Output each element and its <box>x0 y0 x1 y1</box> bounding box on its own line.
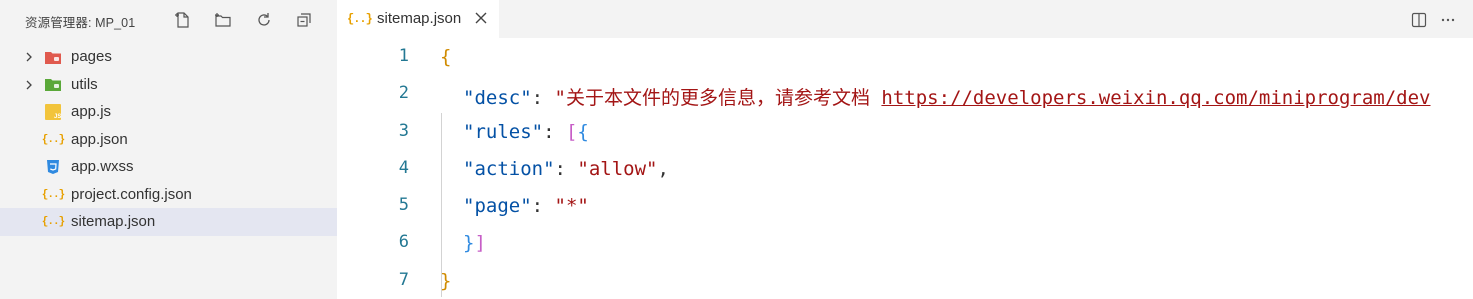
editor-area: {..} sitemap.json 1 { 2 "desc": "关于本文件的更… <box>337 0 1473 299</box>
line-content: "desc": "关于本文件的更多信息，请参考文档 https://develo… <box>463 87 1431 109</box>
tree-item-label: sitemap.json <box>71 213 156 230</box>
code-editor[interactable]: 1 { 2 "desc": "关于本文件的更多信息，请参考文档 https://… <box>337 38 1473 299</box>
tree-item-label: project.config.json <box>71 185 192 203</box>
chevron-right-icon[interactable] <box>23 79 35 91</box>
collapse-all-icon[interactable] <box>293 9 315 31</box>
line-content: }] <box>463 232 486 254</box>
file-tree: pages utils JS app.js {..} app.json app.… <box>0 43 337 236</box>
json-file-icon: {..} <box>41 133 65 146</box>
line-content: "rules": [{ <box>463 120 589 143</box>
tab-sitemap-json[interactable]: {..} sitemap.json <box>337 0 499 38</box>
json-string: "*" <box>554 195 589 217</box>
line-number: 7 <box>398 269 409 290</box>
line-content: "action": "allow", <box>463 157 669 180</box>
code-line: 4 "action": "allow", <box>337 150 1473 187</box>
svg-text:JS: JS <box>54 114 61 120</box>
folder-pages-icon <box>44 49 62 65</box>
json-string: "关于本文件的更多信息，请参考文档 <box>554 87 882 109</box>
explorer-sidebar: 资源管理器: MP_01 pages utils JS app.js {..} … <box>0 0 337 299</box>
refresh-icon[interactable] <box>253 9 275 31</box>
tab-label: sitemap.json <box>377 10 462 27</box>
explorer-header: 资源管理器: MP_01 <box>0 0 337 40</box>
json-string: "allow" <box>577 157 658 180</box>
new-folder-icon[interactable] <box>212 9 234 31</box>
tree-item-label: utils <box>71 75 98 93</box>
doc-link[interactable]: https://developers.weixin.qq.com/minipro… <box>881 87 1430 109</box>
split-editor-icon[interactable] <box>1408 9 1430 31</box>
tree-item-pages[interactable]: pages <box>0 43 337 71</box>
line-content: } <box>440 270 451 292</box>
line-content: { <box>440 46 451 68</box>
close-icon[interactable] <box>474 11 488 25</box>
tree-item-label: app.js <box>71 103 112 120</box>
tree-item-label: app.json <box>71 130 128 148</box>
line-number: 2 <box>398 83 409 103</box>
more-actions-icon[interactable] <box>1437 9 1459 31</box>
line-content: "page": "*" <box>463 195 589 217</box>
json-key: "rules" <box>463 120 544 143</box>
code-line: 3 "rules": [{ <box>337 113 1473 150</box>
new-file-icon[interactable] <box>172 9 194 31</box>
css-file-icon <box>44 159 62 175</box>
tab-bar: {..} sitemap.json <box>337 0 1473 38</box>
code-line: 1 { <box>337 38 1473 75</box>
code-line: 5 "page": "*" <box>337 187 1473 224</box>
code-line: 7 } <box>337 262 1473 299</box>
line-number: 6 <box>398 232 409 252</box>
open-brace: { <box>440 46 452 68</box>
folder-utils-icon <box>44 77 62 93</box>
line-number: 5 <box>398 195 409 215</box>
chevron-right-icon[interactable] <box>23 51 35 63</box>
json-file-icon: {..} <box>41 216 65 228</box>
json-key: "page" <box>463 195 532 217</box>
tree-item-utils[interactable]: utils <box>0 71 337 99</box>
json-file-icon: {..} <box>347 12 373 26</box>
code-line: 2 "desc": "关于本文件的更多信息，请参考文档 https://deve… <box>337 75 1473 112</box>
line-number: 3 <box>398 120 409 141</box>
json-file-icon: {..} <box>41 188 65 201</box>
js-file-icon: JS <box>44 104 62 120</box>
tree-item-app-wxss[interactable]: app.wxss <box>0 153 337 181</box>
tree-item-app-json[interactable]: {..} app.json <box>0 126 337 154</box>
explorer-title: 资源管理器: MP_01 <box>25 16 136 30</box>
code-line: 6 }] <box>337 224 1473 261</box>
line-number: 4 <box>398 157 409 178</box>
tree-item-sitemap-json[interactable]: {..} sitemap.json <box>0 208 337 236</box>
json-key: "action" <box>463 157 555 180</box>
close-brace: } <box>440 269 452 292</box>
json-key: "desc" <box>463 87 532 109</box>
tree-item-label: pages <box>71 48 112 65</box>
tree-item-label: app.wxss <box>71 158 134 175</box>
tree-item-project-config-json[interactable]: {..} project.config.json <box>0 181 337 209</box>
line-number: 1 <box>398 46 409 66</box>
tree-item-app-js[interactable]: JS app.js <box>0 98 337 126</box>
